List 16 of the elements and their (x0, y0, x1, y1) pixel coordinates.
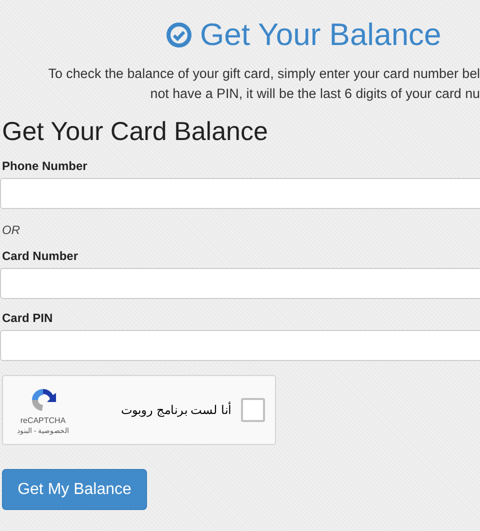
page-title: Get Your Balance (200, 17, 442, 53)
intro-text: not have a PIN, it will be the last 6 digits of your card nu (150, 85, 480, 103)
get-balance-button[interactable]: Get My Balance (2, 469, 147, 510)
input-field[interactable] (0, 330, 480, 361)
captcha-checkbox[interactable] (241, 398, 265, 422)
input-field[interactable] (0, 178, 480, 209)
recaptcha-label: reCAPTCHA (20, 416, 66, 424)
input-field[interactable] (0, 268, 480, 299)
form-heading: Get Your Card Balance (2, 116, 269, 147)
field-label: Card Number (2, 249, 80, 263)
intro-text: To check the balance of your gift card, simply enter your card number bel (48, 65, 480, 83)
check-circle-icon (166, 22, 192, 48)
or-text: OR (2, 223, 21, 237)
field-label: Card PIN (2, 311, 54, 325)
field-label: Phone Number (2, 159, 88, 173)
captcha-label: أنا لست برنامج روبوت (120, 403, 231, 417)
